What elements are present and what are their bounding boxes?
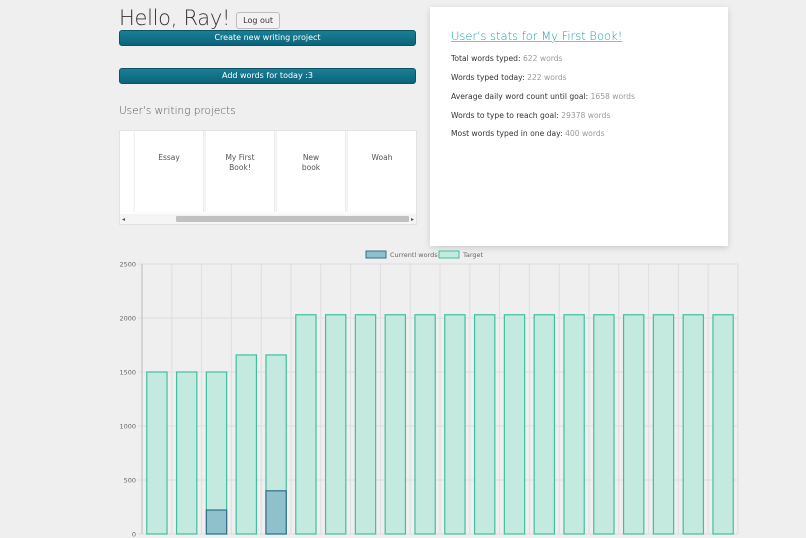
words-chart: 0 500 1000 1500 2000 2500 Currentl words Target [0,246,806,538]
project-card-label: My First Book! [225,153,255,172]
current-bar [265,490,287,535]
header: Hello, Ray! Log out [119,6,281,30]
legend-swatch-current [365,250,387,259]
target-bar [354,314,377,535]
project-card-label: Woah [371,153,393,162]
target-bar [444,314,466,535]
stat-value: 29378 words [561,111,611,120]
project-card-new-book[interactable]: New book [276,131,346,212]
y-tick-label: 2500 [119,261,136,269]
legend-label-target: Target [462,251,484,259]
stat-label: Average daily word count until goal: [451,92,589,101]
target-bar [235,354,258,535]
stat-label: Words to type to reach goal: [451,111,559,120]
target-bar [384,314,407,535]
scroll-left-icon[interactable]: ◂ [122,216,125,223]
project-card-label: Essay [158,153,180,162]
add-words-button[interactable]: Add words for today :3 [119,68,416,84]
stat-label: Most words typed in one day: [451,129,563,138]
target-bar [682,314,705,535]
target-bar [712,314,734,535]
stat-value: 400 words [565,129,605,138]
y-tick-label: 2000 [119,315,136,323]
stat-total-words: Total words typed: 622 words [451,54,562,63]
target-bar [503,314,526,535]
greeting-title: Hello, Ray! [119,6,231,30]
y-tick-label: 1500 [119,369,136,377]
target-bar [175,371,198,535]
horizontal-scrollbar[interactable]: ◂ ▸ [120,214,416,224]
chart-svg: 0 500 1000 1500 2000 2500 Currentl words Target [119,250,739,538]
target-bar [146,371,168,535]
stat-words-today: Words typed today: 222 words [451,73,567,82]
projects-heading: User's writing projects [119,105,236,117]
legend-label-current: Currentl words [390,251,438,259]
target-bar [622,314,645,535]
stat-label: Total words typed: [451,54,521,63]
current-bar [205,509,228,535]
project-card-my-first-book[interactable]: My First Book! [205,131,275,212]
stat-value: 222 words [527,73,567,82]
stat-words-to-goal: Words to type to reach goal: 29378 words [451,111,610,120]
legend-swatch-target [438,250,460,259]
stats-card: User's stats for My First Book! Total wo… [430,7,728,246]
projects-carousel[interactable]: Essay My First Book! New book Woah ◂ ▸ [119,130,417,225]
project-card-woah[interactable]: Woah [347,131,416,212]
stat-label: Words typed today: [451,73,525,82]
y-tick-label: 500 [124,477,136,485]
project-card-label: New book [301,153,321,172]
y-tick-label: 0 [132,531,136,538]
y-tick-label: 1000 [119,423,136,431]
scroll-right-icon[interactable]: ▸ [411,216,414,223]
target-bar [473,314,496,535]
target-bar [295,314,317,535]
stat-most-words: Most words typed in one day: 400 words [451,129,605,138]
stat-value: 622 words [522,54,563,63]
create-project-button[interactable]: Create new writing project [119,30,416,46]
target-bar [652,314,675,535]
stats-title[interactable]: User's stats for My First Book! [451,29,622,43]
scroll-thumb[interactable] [176,216,409,222]
target-bar [324,314,347,535]
project-card-essay[interactable]: Essay [134,131,204,212]
target-bar [414,314,436,535]
target-bar [593,314,615,535]
stat-average-daily: Average daily word count until goal: 165… [451,92,635,101]
logout-button[interactable]: Log out [236,11,281,29]
target-bar [563,314,585,535]
stat-value: 1658 words [590,92,635,101]
target-bar [533,314,556,535]
